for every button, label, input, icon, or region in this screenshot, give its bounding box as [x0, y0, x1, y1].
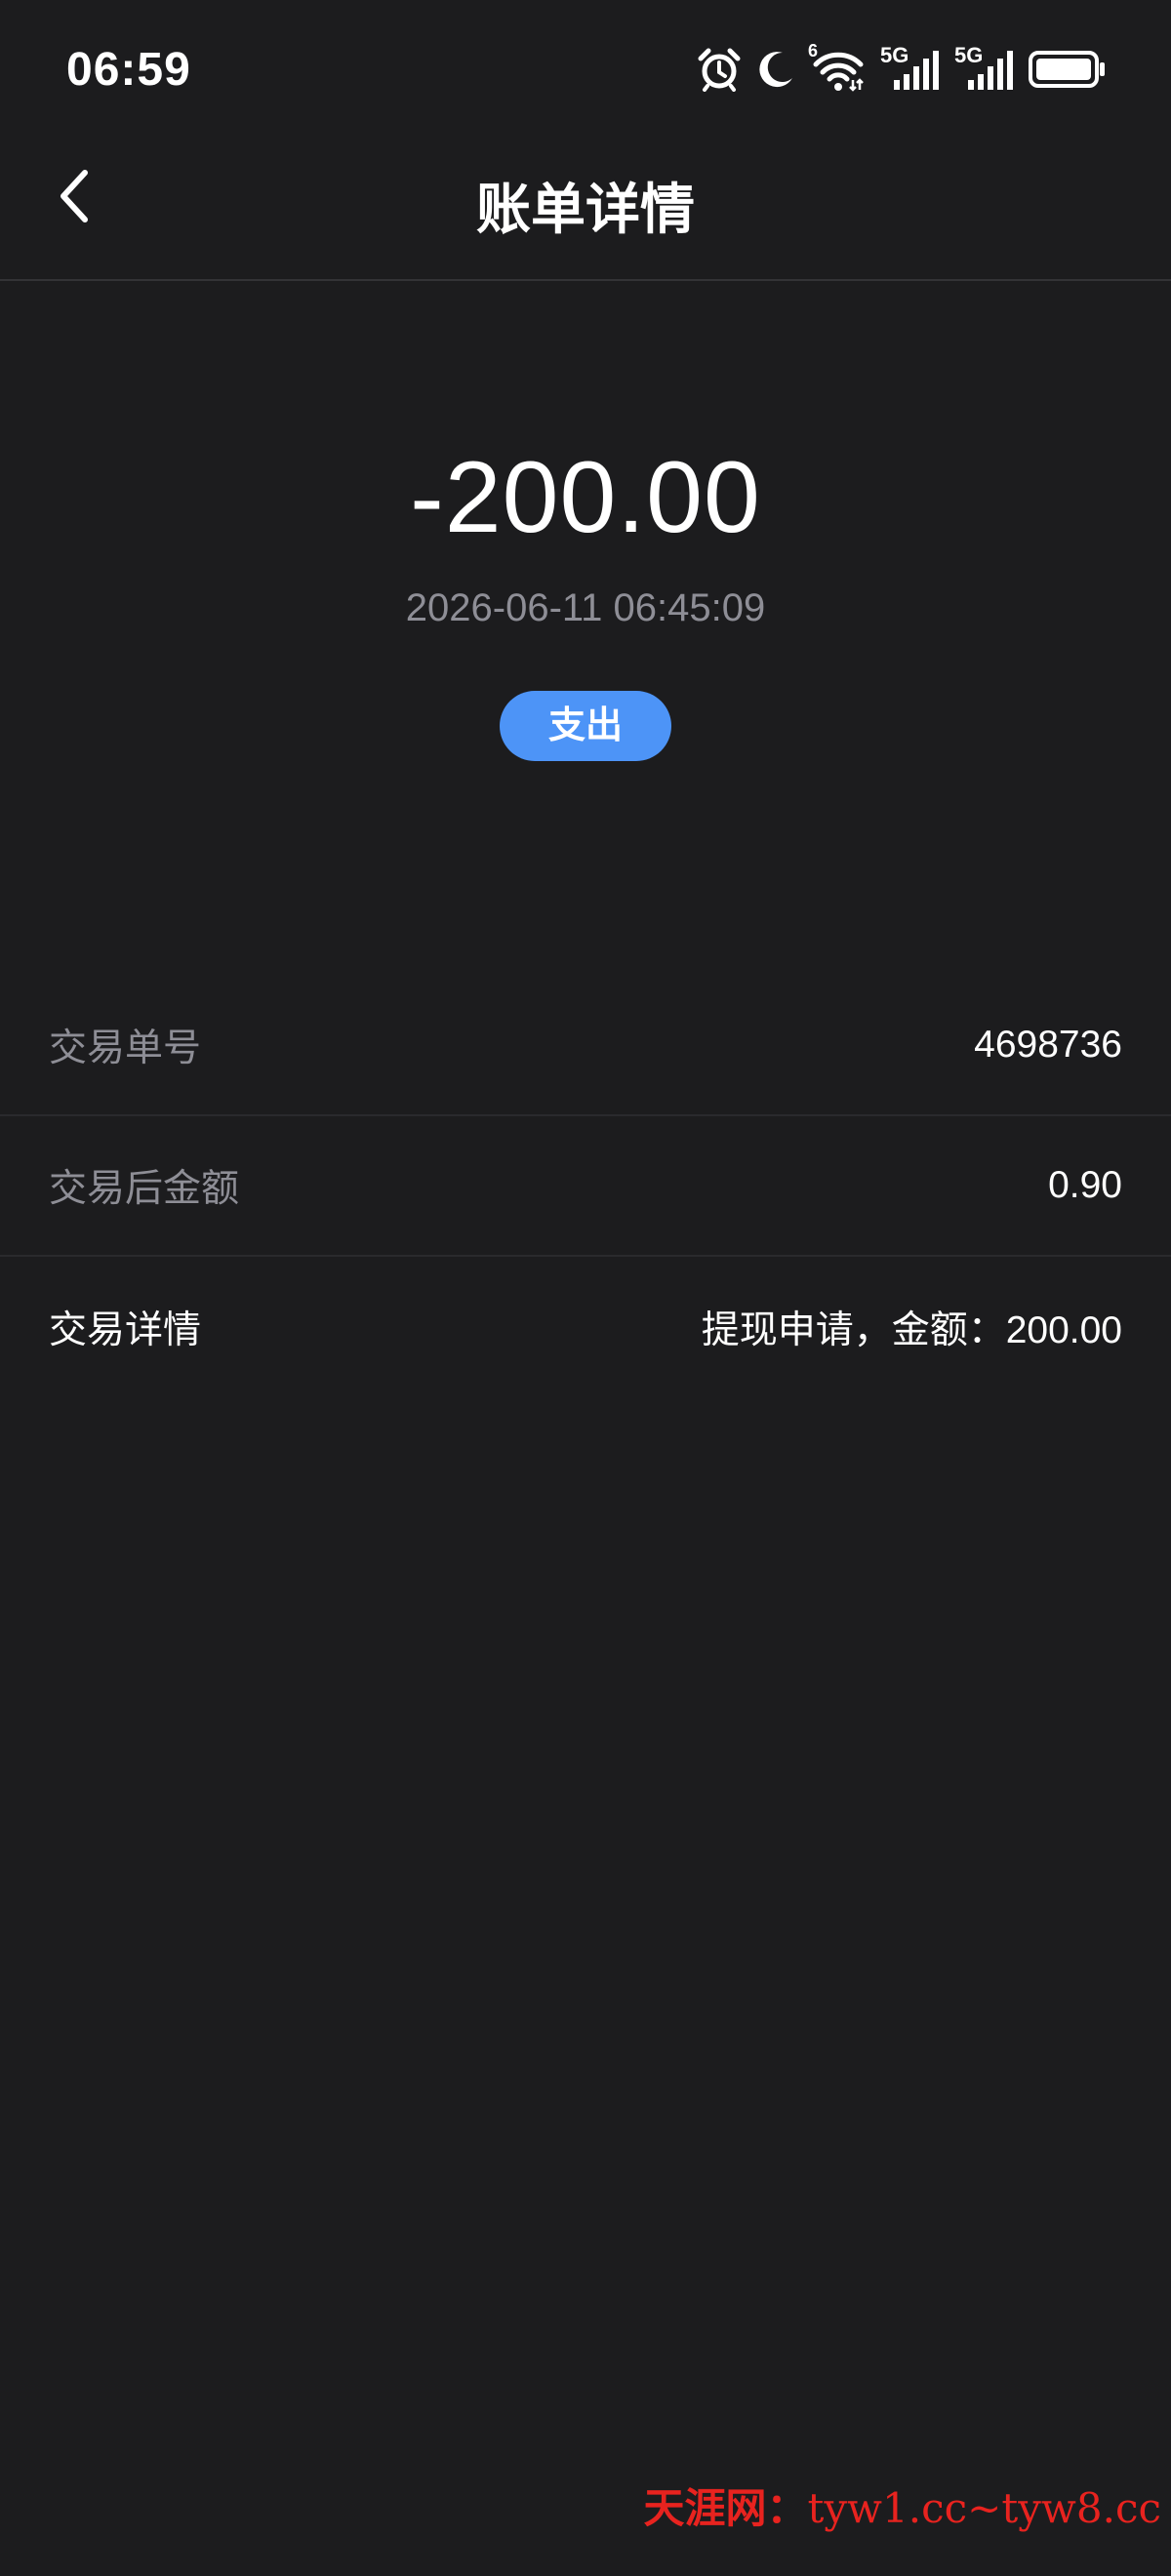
watermark-site-name: 天涯网：	[643, 2484, 808, 2532]
watermark-urls: tyw1.cc~tyw8.cc	[807, 2484, 1161, 2532]
nav-bar: 账单详情	[0, 137, 1171, 281]
detail-label: 交易单号	[49, 1027, 202, 1069]
page-title: 账单详情	[476, 179, 695, 240]
detail-label: 交易后金额	[49, 1168, 240, 1210]
status-time: 06:59	[66, 44, 191, 96]
status-bar: 06:59 6 5G 5G	[0, 0, 1171, 137]
detail-row-transaction-details: 交易详情 提现申请，金额：200.00	[0, 1257, 1171, 1397]
status-icons: 6 5G 5G	[697, 41, 1107, 94]
transaction-summary: -200.00 2026-06-11 06:45:09 支出	[0, 429, 1171, 761]
network-type-label: 5G	[880, 43, 909, 67]
transaction-type-badge: 支出	[500, 691, 671, 761]
wifi-icon: 6	[808, 41, 867, 92]
transaction-datetime: 2026-06-11 06:45:09	[405, 586, 766, 629]
alarm-icon	[697, 47, 742, 92]
transaction-amount: -200.00	[410, 441, 761, 554]
battery-icon	[1029, 50, 1107, 89]
watermark: 天涯网：tyw1.cc~tyw8.cc	[643, 2475, 1161, 2535]
detail-value: 4698736	[974, 1024, 1122, 1066]
signal-icon-sim1: 5G	[880, 43, 941, 92]
network-type-label: 5G	[954, 43, 984, 67]
detail-row-transaction-id: 交易单号 4698736	[0, 976, 1171, 1116]
detail-value: 0.90	[1048, 1164, 1122, 1206]
wifi-badge: 6	[808, 41, 819, 60]
detail-list: 交易单号 4698736 交易后金额 0.90 交易详情 提现申请，金额：200…	[0, 976, 1171, 1397]
detail-value: 提现申请，金额：200.00	[701, 1309, 1122, 1351]
detail-label: 交易详情	[49, 1309, 202, 1351]
moon-icon	[755, 49, 796, 90]
signal-icon-sim2: 5G	[954, 43, 1015, 92]
detail-row-balance-after: 交易后金额 0.90	[0, 1116, 1171, 1257]
